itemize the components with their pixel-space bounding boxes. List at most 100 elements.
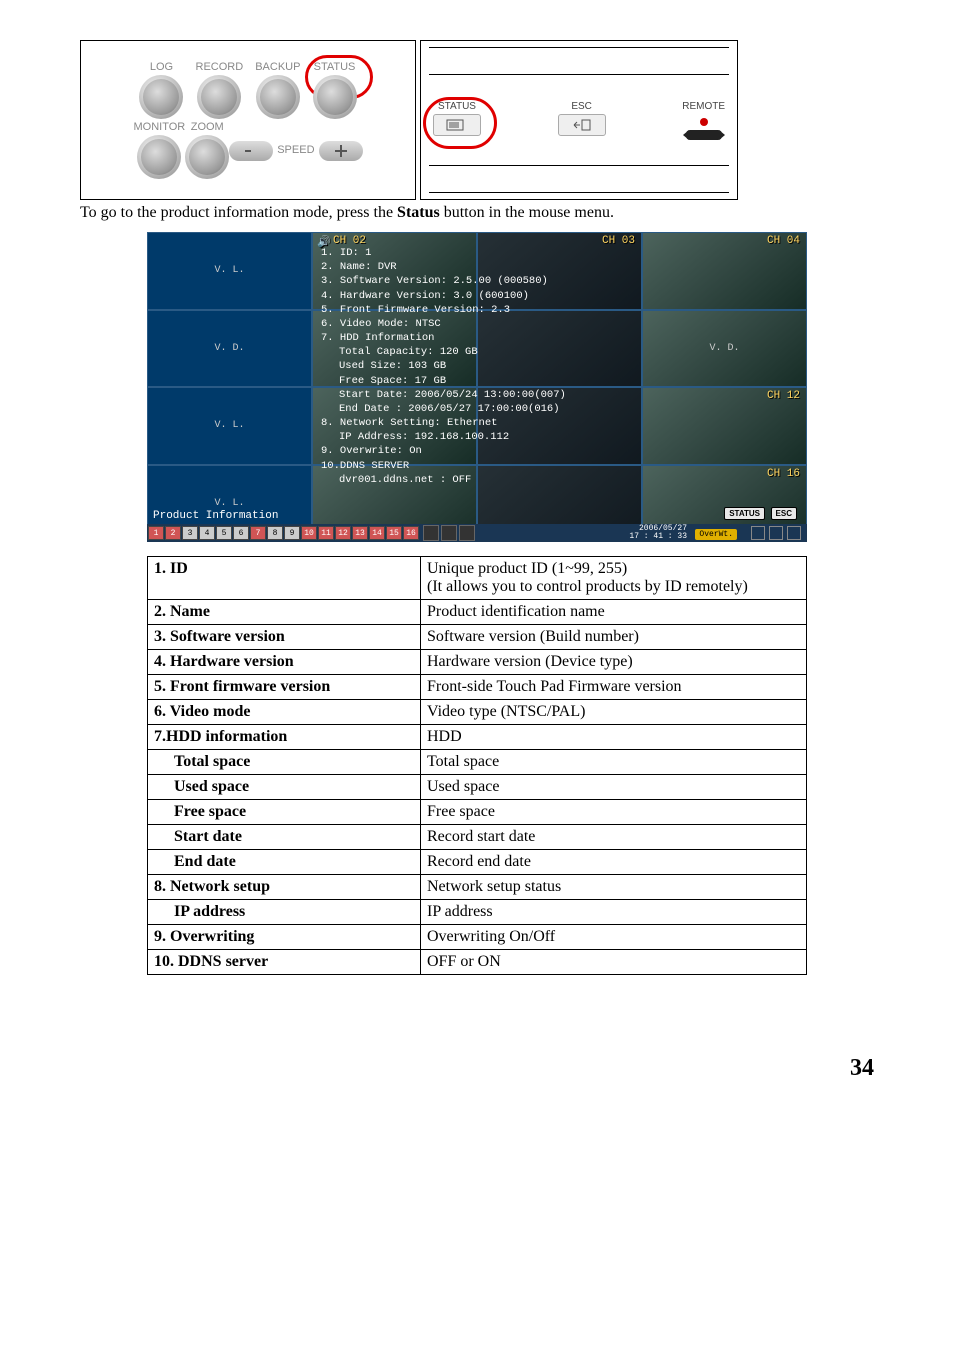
table-label-cell: Total space: [148, 750, 421, 775]
layout-icons: [423, 525, 475, 541]
video-loss-label: V. L.: [214, 265, 244, 276]
ch-indicator: 9: [284, 526, 300, 540]
status-bar: 1 2 3 4 5 6 7 8 9 10 11 12 13 14 15 16 2…: [147, 524, 807, 542]
channel-cell: V. D.: [642, 310, 807, 388]
dial-speed: SPEED: [229, 121, 362, 179]
status-button-tag[interactable]: STATUS: [724, 507, 765, 520]
grid-icon: [441, 525, 457, 541]
ch-indicator: 4: [199, 526, 215, 540]
ch-indicator: 5: [216, 526, 232, 540]
info-subline: Free Space: 17 GB: [321, 374, 643, 388]
table-label-cell: 6. Video mode: [148, 700, 421, 725]
info-subline: Total Capacity: 120 GB: [321, 345, 643, 359]
right-status-icons: [751, 526, 801, 540]
info-line: 6. Video Mode: NTSC: [321, 317, 643, 331]
mouse-menu-figure: LOG RECORD BACKUP STATUS: [80, 40, 416, 200]
dial-knob-icon: [313, 75, 357, 119]
caption-pre: To go to the product information mode, p…: [80, 204, 397, 221]
network-icon: [769, 526, 783, 540]
channel-cell: V. L.: [147, 232, 312, 310]
table-value-cell: Total space: [421, 750, 807, 775]
video-loss-label: V. L.: [214, 498, 244, 509]
remote-label: ESC: [571, 101, 592, 112]
overwrite-tag: OverWt.: [695, 529, 737, 540]
table-value-cell: Unique product ID (1~99, 255)(It allows …: [421, 557, 807, 600]
grid-icon: [423, 525, 439, 541]
esc-button-icon: [558, 114, 606, 136]
info-line: 8. Network Setting: Ethernet: [321, 416, 643, 430]
dial-knob-icon: [137, 135, 181, 179]
product-info-table: 1. IDUnique product ID (1~99, 255)(It al…: [147, 556, 807, 975]
table-row: 7.HDD informationHDD: [148, 725, 807, 750]
info-line: 3. Software Version: 2.5.00 (000580): [321, 274, 643, 288]
remote-status-button: STATUS: [433, 101, 481, 136]
table-row: Start dateRecord start date: [148, 825, 807, 850]
table-row: Free spaceFree space: [148, 800, 807, 825]
page-number: 34: [80, 1055, 874, 1082]
channel-label: CH 12: [767, 390, 800, 402]
table-label-cell: 4. Hardware version: [148, 650, 421, 675]
table-row: 5. Front firmware versionFront-side Touc…: [148, 675, 807, 700]
video-detect-label: V. D.: [214, 343, 244, 354]
table-label-cell: Used space: [148, 775, 421, 800]
remote-figure: STATUS ESC REMOTE: [420, 40, 738, 200]
info-line: 4. Hardware Version: 3.0 (600100): [321, 289, 643, 303]
top-figure-row: LOG RECORD BACKUP STATUS: [80, 40, 874, 200]
table-label-cell: IP address: [148, 900, 421, 925]
table-label-cell: 2. Name: [148, 600, 421, 625]
table-row: 1. IDUnique product ID (1~99, 255)(It al…: [148, 557, 807, 600]
channel-cell: V. D.: [147, 310, 312, 388]
table-value-cell: Product identification name: [421, 600, 807, 625]
table-row: 2. NameProduct identification name: [148, 600, 807, 625]
info-subline: Start Date: 2006/05/24 13:00:00(007): [321, 388, 643, 402]
ch-indicator: 15: [386, 526, 402, 540]
esc-button-tag[interactable]: ESC: [771, 507, 797, 520]
dial-knob-icon: [139, 75, 183, 119]
divider: [429, 74, 729, 75]
channel-label: CH 04: [767, 235, 800, 247]
table-row: 3. Software versionSoftware version (Bui…: [148, 625, 807, 650]
ch-indicator: 14: [369, 526, 385, 540]
channel-cell: CH 12: [642, 387, 807, 465]
table-row: 6. Video modeVideo type (NTSC/PAL): [148, 700, 807, 725]
table-row: 9. OverwritingOverwriting On/Off: [148, 925, 807, 950]
info-line: 1. ID: 1: [321, 246, 643, 260]
dial-knob-icon: [197, 75, 241, 119]
table-row: 10. DDNS serverOFF or ON: [148, 950, 807, 975]
dial-label: BACKUP: [255, 61, 300, 73]
info-line: 10.DDNS SERVER: [321, 459, 643, 473]
table-label-cell: 8. Network setup: [148, 875, 421, 900]
ch-indicator: 2: [165, 526, 181, 540]
ch-indicator: 16: [403, 526, 419, 540]
table-label-cell: Start date: [148, 825, 421, 850]
status-button-icon: [433, 114, 481, 136]
channel-cell: CH 04: [642, 232, 807, 310]
caption-suf: button in the mouse menu.: [440, 204, 614, 221]
table-value-cell: Hardware version (Device type): [421, 650, 807, 675]
divider: [429, 165, 729, 166]
ch-indicator: 8: [267, 526, 283, 540]
table-label-cell: 5. Front firmware version: [148, 675, 421, 700]
ch-indicator: 1: [148, 526, 164, 540]
table-label-cell: 7.HDD information: [148, 725, 421, 750]
time-text: 17 : 41 : 33: [629, 533, 687, 541]
dial-backup: BACKUP: [255, 61, 300, 119]
remote-label: STATUS: [438, 101, 476, 112]
table-value-cell: Used space: [421, 775, 807, 800]
table-label-cell: 10. DDNS server: [148, 950, 421, 975]
table-row: Total spaceTotal space: [148, 750, 807, 775]
table-row: 8. Network setupNetwork setup status: [148, 875, 807, 900]
info-subline: End Date : 2006/05/27 17:00:00(016): [321, 402, 643, 416]
info-line: 5. Front Firmware Version: 2.3: [321, 303, 643, 317]
remote-esc-button: ESC: [558, 101, 606, 136]
table-label-cell: 3. Software version: [148, 625, 421, 650]
product-info-title: Product Information: [153, 510, 278, 522]
table-row: End dateRecord end date: [148, 850, 807, 875]
ch-indicator: 13: [352, 526, 368, 540]
table-value-cell: Record end date: [421, 850, 807, 875]
datetime-display: 2006/05/27 17 : 41 : 33: [629, 525, 687, 541]
table-value-cell: Record start date: [421, 825, 807, 850]
grid-icon: [459, 525, 475, 541]
ch-indicator: 7: [250, 526, 266, 540]
dial-label: RECORD: [196, 61, 244, 73]
